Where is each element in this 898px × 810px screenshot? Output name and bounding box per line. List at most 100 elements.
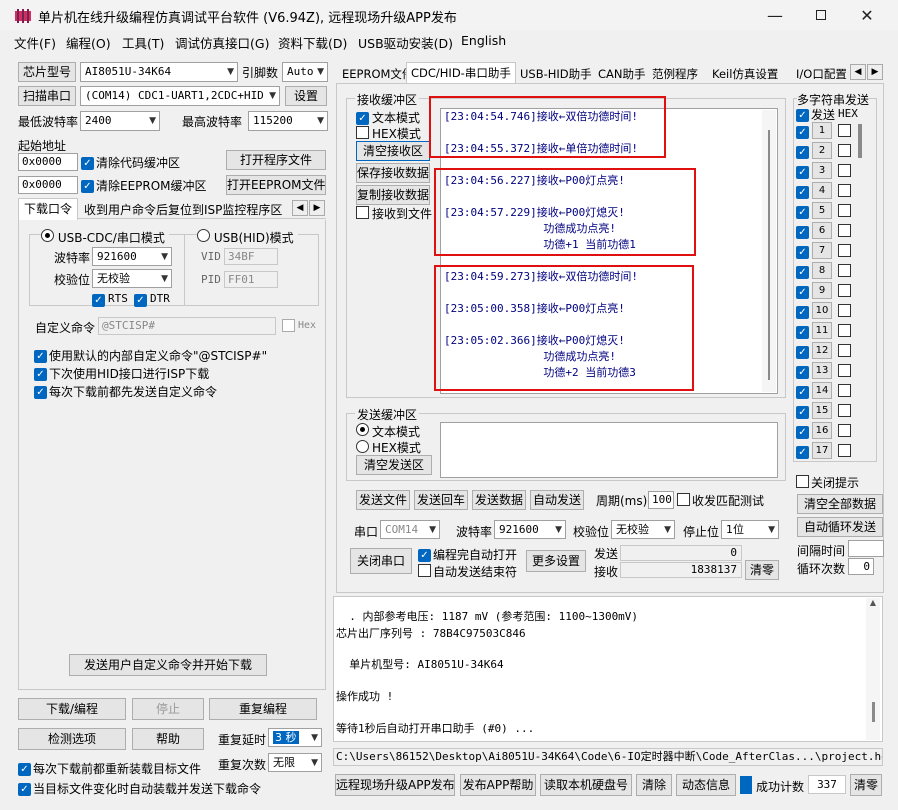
use-default-cmd-checkbox[interactable]: ✓ — [34, 348, 47, 363]
multi-send-hex-checkbox[interactable]: ✓ — [796, 107, 809, 122]
clear-log-button[interactable]: 清除 — [636, 774, 672, 796]
reload-checkbox[interactable]: ✓ — [18, 761, 31, 776]
multi-row-send-button[interactable]: 11 — [812, 322, 832, 339]
tab-can[interactable]: CAN助手 — [594, 64, 650, 84]
auto-send-button[interactable]: 自动发送 — [530, 490, 584, 510]
auto-loop-send-button[interactable]: 自动循环发送 — [797, 517, 883, 537]
interval-input[interactable] — [848, 540, 884, 557]
menu-english[interactable]: English — [461, 33, 506, 48]
copy-recv-button[interactable]: 复制接收数据 — [356, 185, 430, 205]
auto-load-checkbox[interactable]: ✓ — [18, 781, 31, 796]
multi-row-send-button[interactable]: 9 — [812, 282, 832, 299]
multi-row-hex-checkbox[interactable] — [838, 164, 851, 180]
multi-row-hex-checkbox[interactable] — [838, 124, 851, 140]
multi-row-hex-checkbox[interactable] — [838, 344, 851, 360]
recv-to-file-checkbox[interactable] — [356, 206, 369, 222]
repeat-program-button[interactable]: 重复编程 — [209, 698, 317, 720]
clear-all-data-button[interactable]: 清空全部数据 — [797, 494, 883, 514]
send-text-mode-radio[interactable] — [356, 423, 369, 439]
publish-help-button[interactable]: 发布APP帮助 — [460, 774, 536, 796]
clear-code-checkbox[interactable]: ✓ — [81, 155, 94, 170]
recv-scroll-thumb[interactable] — [768, 130, 770, 380]
multi-row-send-button[interactable]: 2 — [812, 142, 832, 159]
tab-scroll-right-icon[interactable]: ▶ — [309, 200, 325, 216]
recv-hex-mode-checkbox[interactable] — [356, 126, 369, 142]
maximize-button[interactable] — [798, 0, 844, 30]
multi-row-hex-checkbox[interactable] — [838, 304, 851, 320]
multi-row-send-button[interactable]: 15 — [812, 402, 832, 419]
serial-port-select[interactable]: COM14 ▼ — [380, 520, 440, 539]
multi-row-send-button[interactable]: 8 — [812, 262, 832, 279]
multi-row-hex-checkbox[interactable] — [838, 144, 851, 160]
period-input[interactable]: 100 — [648, 491, 674, 509]
min-baud-select[interactable]: 2400 ▼ — [80, 111, 160, 131]
multi-row-send-button[interactable]: 10 — [812, 302, 832, 319]
multi-row-hex-checkbox[interactable] — [838, 264, 851, 280]
tab-scroll-left-icon[interactable]: ◀ — [292, 200, 308, 216]
clear-count-button[interactable]: 清零 — [745, 560, 779, 580]
multi-row-hex-checkbox[interactable] — [838, 184, 851, 200]
multi-row-enable-checkbox[interactable]: ✓ — [796, 304, 809, 319]
multi-row-hex-checkbox[interactable] — [838, 424, 851, 440]
publish-app-button[interactable]: 远程现场升级APP发布 — [335, 774, 455, 796]
stop-button[interactable]: 停止 — [132, 698, 204, 720]
minimize-button[interactable]: — — [752, 0, 798, 30]
chip-model-select[interactable]: AI8051U-34K64 ▼ — [80, 62, 238, 82]
hex-checkbox[interactable] — [282, 319, 295, 335]
eeprom-address-input[interactable]: 0x0000 — [18, 176, 78, 194]
check-options-button[interactable]: 检测选项 — [18, 728, 126, 750]
clear-eeprom-checkbox[interactable]: ✓ — [81, 178, 94, 193]
loop-count-input[interactable]: 0 — [848, 558, 874, 575]
dynamic-info-button[interactable]: 动态信息 — [676, 774, 736, 796]
multi-row-send-button[interactable]: 12 — [812, 342, 832, 359]
parity-select[interactable]: 无校验 ▼ — [92, 269, 172, 288]
close-port-button[interactable]: 关闭串口 — [350, 548, 412, 574]
port-select[interactable]: (COM14) CDC1-UART1,2CDC+HID ▼ — [80, 86, 280, 106]
multi-row-hex-checkbox[interactable] — [838, 324, 851, 340]
multi-row-send-button[interactable]: 17 — [812, 442, 832, 459]
pin-count-select[interactable]: Auto ▼ — [282, 62, 328, 82]
multi-row-send-button[interactable]: 14 — [812, 382, 832, 399]
repeat-delay-select[interactable]: 3 秒 ▼ — [268, 728, 322, 747]
multi-row-send-button[interactable]: 5 — [812, 202, 832, 219]
baud-select[interactable]: 921600 ▼ — [92, 247, 172, 266]
multi-row-enable-checkbox[interactable]: ✓ — [796, 324, 809, 339]
send-cmd-first-checkbox[interactable]: ✓ — [34, 384, 47, 399]
multi-row-send-button[interactable]: 7 — [812, 242, 832, 259]
multi-row-enable-checkbox[interactable]: ✓ — [796, 244, 809, 259]
scan-port-button[interactable]: 扫描串口 — [18, 86, 76, 106]
tab-reset-isp[interactable]: 收到用户命令后复位到ISP监控程序区 — [84, 201, 282, 218]
open-eeprom-button[interactable]: 打开EEPROM文件 — [226, 175, 326, 195]
more-settings-button[interactable]: 更多设置 — [526, 550, 586, 572]
download-program-button[interactable]: 下载/编程 — [18, 698, 126, 720]
recv-text-mode-checkbox[interactable]: ✓ — [356, 110, 369, 125]
multi-row-hex-checkbox[interactable] — [838, 224, 851, 240]
send-data-button[interactable]: 发送数据 — [472, 490, 526, 510]
multi-row-hex-checkbox[interactable] — [838, 364, 851, 380]
tab-scroll-right-icon[interactable]: ▶ — [867, 64, 883, 80]
multi-row-enable-checkbox[interactable]: ✓ — [796, 124, 809, 139]
multi-row-send-button[interactable]: 13 — [812, 362, 832, 379]
menu-tools[interactable]: 工具(T) — [122, 33, 164, 52]
recv-scrollbar[interactable] — [762, 110, 776, 392]
multi-row-hex-checkbox[interactable] — [838, 284, 851, 300]
tab-io-config[interactable]: I/O口配置 — [792, 64, 851, 84]
auto-end-checkbox[interactable] — [418, 564, 431, 580]
multi-row-enable-checkbox[interactable]: ✓ — [796, 364, 809, 379]
send-hex-mode-radio[interactable] — [356, 440, 369, 456]
multi-row-enable-checkbox[interactable]: ✓ — [796, 224, 809, 239]
reset-success-button[interactable]: 清零 — [850, 774, 882, 796]
multi-row-hex-checkbox[interactable] — [838, 444, 851, 460]
menu-file[interactable]: 文件(F) — [14, 33, 56, 52]
close-tip-checkbox[interactable] — [796, 475, 809, 491]
multi-row-hex-checkbox[interactable] — [838, 204, 851, 220]
log-scroll-thumb[interactable] — [872, 702, 875, 722]
repeat-count-select[interactable]: 无限 ▼ — [268, 753, 322, 772]
send-enter-button[interactable]: 发送回车 — [414, 490, 468, 510]
code-address-input[interactable]: 0x0000 — [18, 153, 78, 171]
tab-download-password[interactable]: 下载口令 — [18, 198, 78, 220]
scroll-up-icon[interactable]: ▲ — [866, 598, 880, 607]
multi-row-enable-checkbox[interactable]: ✓ — [796, 404, 809, 419]
multi-row-enable-checkbox[interactable]: ✓ — [796, 264, 809, 279]
log-scrollbar[interactable]: ▲ — [866, 598, 880, 740]
